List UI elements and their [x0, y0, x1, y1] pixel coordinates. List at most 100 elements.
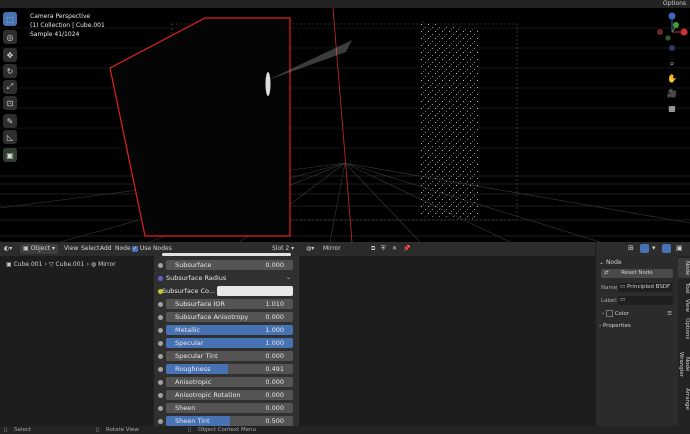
subsurface-slider[interactable]: Subsurface 0.000 [166, 260, 293, 270]
backdrop-toggle-icon[interactable] [662, 244, 671, 253]
field-label: Subsurface Radius [166, 274, 227, 282]
snap-toggle-icon[interactable] [640, 244, 649, 253]
menu-view[interactable]: View [64, 244, 78, 254]
chevron-down-icon[interactable]: ⌄ [286, 273, 291, 283]
neg-z-axis-handle [669, 45, 675, 51]
name-label: Name: [601, 285, 620, 291]
socket[interactable] [158, 367, 163, 372]
breadcrumb: ▣ Cube.001 › ▽ Cube.001 › ◍ Mirror [6, 260, 116, 274]
node-label-field[interactable]: ▭ [618, 296, 673, 305]
socket[interactable] [158, 419, 163, 424]
material-browse-icon[interactable]: ◍▾ [306, 244, 314, 254]
view-mode-text: Camera Perspective [30, 13, 91, 20]
tab-tool[interactable]: Tool [678, 280, 690, 296]
socket[interactable] [158, 263, 163, 268]
label-label: Label: [601, 298, 618, 304]
duplicate-material-icon[interactable]: ⧉ [371, 244, 375, 254]
slot-label: Slot 2 [272, 245, 290, 252]
input-sheen-tint: Sheen Tint 0.500 [158, 416, 293, 426]
roughness-slider[interactable]: Roughness 0.491 [166, 364, 293, 374]
z-axis-handle [668, 12, 676, 20]
breadcrumb-object[interactable]: Cube.001 [14, 261, 43, 268]
tab-arrange[interactable]: Arrange [678, 386, 690, 412]
menu-select[interactable]: Select [81, 244, 100, 254]
noisy-block [420, 22, 478, 220]
transform-icon[interactable]: ⊡ [3, 96, 17, 110]
tab-node-wrangler[interactable]: Node Wrangler [678, 344, 690, 384]
move-icon[interactable]: ✥ [3, 48, 17, 62]
socket[interactable] [158, 328, 163, 333]
menu-add[interactable]: Add [100, 244, 112, 254]
input-roughness: Roughness 0.491 [158, 364, 293, 374]
breadcrumb-material[interactable]: Mirror [98, 261, 116, 268]
node-editor-header: ◐▾ ▣ Object ▾ View Select Add Node ✓ Use… [0, 242, 595, 257]
3d-viewport[interactable]: ⬚ ◎ ✥ ↻ ⤢ ⊡ ✎ ◺ ▣ Camera Perspective (1)… [0, 8, 690, 242]
socket[interactable] [158, 341, 163, 346]
specular-slider[interactable]: Specular 1.000 [166, 338, 293, 348]
unlink-material-icon[interactable]: ✕ [392, 244, 397, 254]
backdrop-options-icon[interactable]: ▣ [676, 244, 683, 252]
subsurface-anisotropy-slider[interactable]: Subsurface Anisotropy 0.000 [166, 312, 293, 322]
anisotropic-slider[interactable]: Anisotropic 0.000 [166, 377, 293, 387]
socket[interactable] [158, 380, 163, 385]
tab-options[interactable]: Options [678, 316, 690, 342]
socket[interactable] [158, 315, 163, 320]
field-value: 0.000 [265, 391, 284, 399]
socket[interactable] [158, 354, 163, 359]
input-subsurface-radius: Subsurface Radius ⌄ [158, 273, 293, 283]
snap-options-icon[interactable]: ▾ [652, 244, 656, 252]
subsurface-ior-slider[interactable]: Subsurface IOR 1.010 [166, 299, 293, 309]
field-label: Roughness [175, 365, 211, 373]
field-label: Sheen [175, 404, 196, 412]
scale-icon[interactable]: ⤢ [3, 80, 17, 94]
sheen-slider[interactable]: Sheen 0.000 [166, 403, 293, 413]
sheen-tint-slider[interactable]: Sheen Tint 0.500 [166, 416, 293, 426]
material-name-field[interactable]: Mirror [320, 244, 374, 254]
socket[interactable] [158, 302, 163, 307]
properties-subpanel[interactable]: › Properties [599, 322, 675, 331]
field-label: Subsurface [175, 261, 212, 269]
anisotropic-rotation-slider[interactable]: Anisotropic Rotation 0.000 [166, 390, 293, 400]
tab-node[interactable]: Node [678, 258, 690, 278]
object-mode-dropdown[interactable]: ▣ Object ▾ [20, 244, 59, 254]
field-label: Specular [175, 339, 204, 347]
color-subpanel[interactable]: › Color ☰ [602, 310, 672, 319]
menu-node[interactable]: Node [115, 244, 131, 254]
color-checkbox[interactable] [605, 310, 613, 317]
status-context-hint: Object Context Menu [198, 427, 257, 433]
fake-user-icon[interactable]: ⛨ [381, 244, 386, 254]
metallic-slider[interactable]: Metallic 1.000 [166, 325, 293, 335]
navigation-gizmo[interactable]: ⌕ ✋ 🎥 ▦ [654, 8, 690, 123]
add-cube-icon[interactable]: ▣ [3, 148, 17, 162]
pin-icon[interactable]: 📌 [403, 244, 410, 254]
floor-grid [0, 162, 690, 242]
specular-tint-slider[interactable]: Specular Tint 0.000 [166, 351, 293, 361]
measure-icon[interactable]: ◺ [3, 130, 17, 144]
field-label: Subsurface IOR [175, 300, 226, 308]
socket[interactable] [158, 276, 163, 281]
principled-bsdf-node[interactable]: Subsurface 0.000 Subsurface Radius ⌄ Sub… [154, 253, 299, 426]
options-menu[interactable]: Options [663, 0, 686, 8]
rotate-icon[interactable]: ↻ [3, 64, 17, 78]
node-icon: ▭ [620, 297, 626, 303]
node-name-field[interactable]: ▭ Principled BSDF [618, 283, 673, 292]
overlay-toggle-icon[interactable]: ⊞ [628, 244, 634, 252]
reset-node-button[interactable]: ⇄ Reset Node [601, 269, 673, 278]
color-swatch[interactable] [217, 286, 293, 296]
socket[interactable] [158, 406, 163, 411]
field-value: 1.000 [265, 339, 284, 347]
socket[interactable] [158, 393, 163, 398]
list-icon[interactable]: ☰ [667, 310, 672, 319]
cursor-icon[interactable]: ◎ [3, 30, 17, 44]
editor-type-icon[interactable]: ◐▾ [4, 244, 12, 254]
properties-sidebar: ⌄ Node ⇄ Reset Node Name: ▭ Principled BS… [596, 256, 678, 426]
node-panel-header[interactable]: ⌄ Node [599, 258, 675, 267]
breadcrumb-mesh[interactable]: Cube.001 [56, 261, 85, 268]
node-top-field [162, 253, 291, 256]
select-box-icon[interactable]: ⬚ [3, 12, 17, 26]
tab-view[interactable]: View [678, 298, 690, 314]
annotate-icon[interactable]: ✎ [3, 114, 17, 128]
neg-y-axis-handle [665, 35, 671, 41]
field-label: Specular Tint [175, 352, 218, 360]
input-specular: Specular 1.000 [158, 338, 293, 348]
